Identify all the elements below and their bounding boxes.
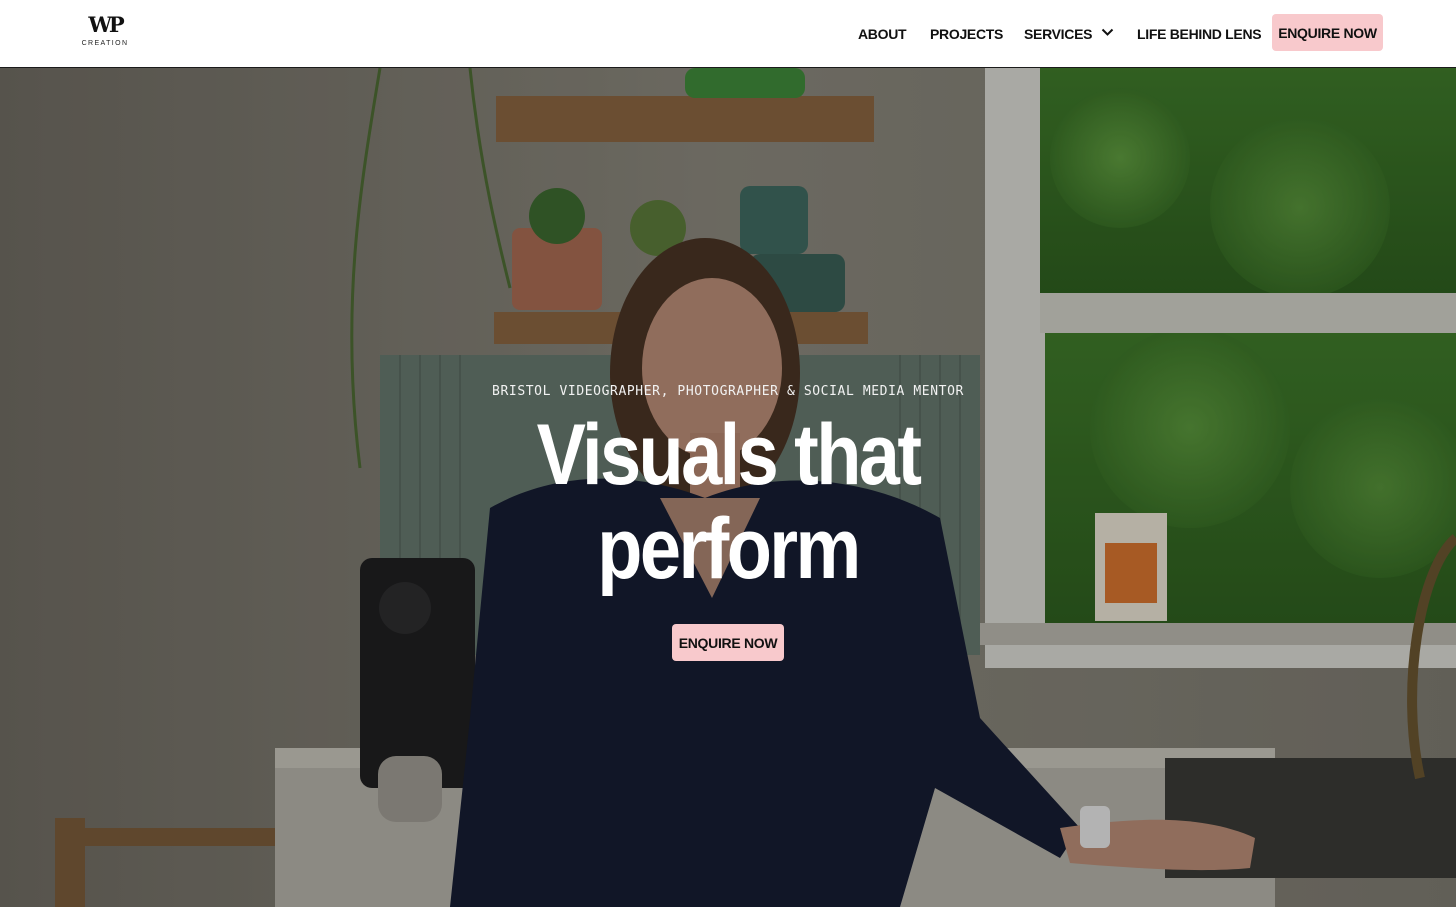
chevron-down-icon — [1101, 24, 1115, 44]
hero-headline-line2: perform — [597, 501, 861, 597]
nav-life-behind-lens[interactable]: LIFE BEHIND LENS — [1137, 24, 1262, 44]
logo-wordmark: CREATION — [81, 40, 129, 47]
enquire-now-button[interactable]: ENQUIRE NOW — [1272, 14, 1383, 51]
logo[interactable]: WP CREATION — [80, 14, 130, 52]
hero-headline-line1: Visuals that — [536, 407, 922, 503]
hero-section: BRISTOL VIDEOGRAPHER, PHOTOGRAPHER & SOC… — [0, 68, 1456, 907]
nav-services-label: SERVICES — [1024, 26, 1093, 42]
hero-enquire-now-button[interactable]: ENQUIRE NOW — [672, 624, 784, 661]
nav-about[interactable]: ABOUT — [858, 24, 907, 44]
site-header: WP CREATION ABOUT PROJECTS SERVICES LIFE… — [0, 0, 1456, 68]
logo-mark: WP — [88, 12, 124, 37]
nav-services[interactable]: SERVICES — [1024, 24, 1115, 44]
nav-projects[interactable]: PROJECTS — [930, 24, 1003, 44]
hero-headline: Visuals that perform — [102, 408, 1354, 596]
hero-eyebrow: BRISTOL VIDEOGRAPHER, PHOTOGRAPHER & SOC… — [492, 384, 964, 399]
